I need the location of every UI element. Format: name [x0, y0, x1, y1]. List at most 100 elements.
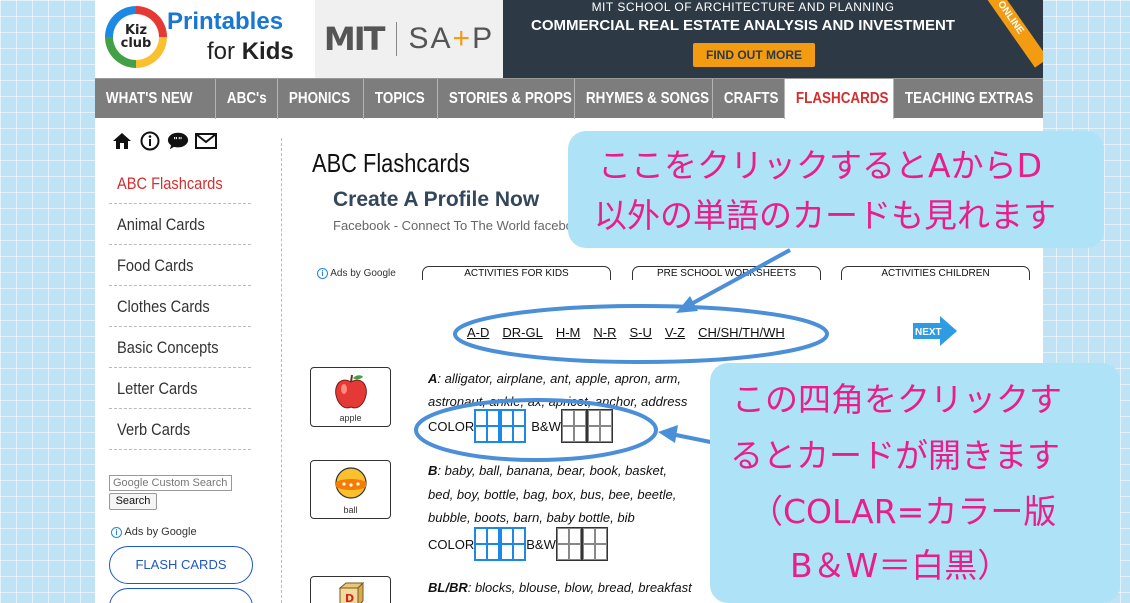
- sidebar-top-icons: " ": [111, 130, 217, 152]
- ads-by-google-label: Ads by Google: [330, 268, 396, 280]
- link-h-m[interactable]: H-M: [556, 325, 581, 340]
- word-list: : blocks, blouse, blow, bread, breakfast: [467, 580, 692, 595]
- nav-label: TEACHING EXTRAS: [904, 90, 1034, 107]
- annotation-text-line: ここをクリックするとAからD: [598, 146, 1042, 185]
- sidebar-item-clothes-cards[interactable]: Clothes Cards: [109, 286, 251, 327]
- bw-label: B&W: [531, 418, 561, 434]
- nav-whats-new[interactable]: WHAT'S NEW: [95, 79, 216, 119]
- color-label: COLOR: [428, 418, 475, 434]
- apple-icon: [335, 374, 367, 409]
- sidebar-item-label: Basic Concepts: [117, 338, 219, 357]
- nav-crafts[interactable]: CRAFTS: [713, 79, 785, 119]
- mit-sap-ad-logo[interactable]: MIT SA+P: [315, 0, 503, 78]
- link-ch-sh-th-wh[interactable]: CH/SH/TH/WH: [698, 325, 785, 340]
- letter-heading: A: [428, 371, 438, 386]
- ad-program-name: COMMERCIAL REAL ESTATE ANALYSIS AND INVE…: [531, 17, 955, 34]
- color-label: COLOR: [428, 536, 475, 552]
- nav-phonics[interactable]: PHONICS: [278, 79, 364, 119]
- annotation-text-line: るとカードが開きます: [730, 436, 1060, 475]
- home-icon[interactable]: [111, 130, 133, 152]
- sidebar-item-letter-cards[interactable]: Letter Cards: [109, 368, 251, 409]
- nav-rhymes-songs[interactable]: RHYMES & SONGS: [575, 79, 713, 119]
- annotation-bubble-letter-links: ここをクリックするとAからD 以外の単語のカードも見れます: [568, 131, 1104, 248]
- ad-school-name: MIT SCHOOL OF ARCHITECTURE AND PLANNING: [591, 0, 895, 14]
- title-for-text: for: [207, 38, 242, 65]
- logo-bottom-text: club: [120, 36, 152, 51]
- nav-label: FLASHCARDS: [795, 90, 889, 107]
- color-card-set-2[interactable]: [500, 409, 527, 443]
- nav-stories-props[interactable]: STORIES & PROPS: [438, 79, 575, 119]
- nav-flashcards[interactable]: FLASHCARDS: [785, 79, 894, 119]
- next-arrow-button[interactable]: NEXT: [912, 315, 958, 352]
- search-button[interactable]: Search: [109, 493, 157, 510]
- color-card-set-1[interactable]: [474, 527, 501, 561]
- site-title-for-kids[interactable]: for Kids: [207, 38, 294, 66]
- sidebar-ad-button-2[interactable]: [109, 588, 253, 603]
- annotation-text-line: この四角をクリックす: [732, 380, 1062, 419]
- nav-label: WHAT'S NEW: [105, 90, 193, 107]
- bw-card-set-2[interactable]: [586, 409, 613, 443]
- sidebar-item-verb-cards[interactable]: Verb Cards: [109, 409, 251, 450]
- card-open-row-a: COLOR B&W: [428, 409, 613, 443]
- nav-label: ABC's: [226, 90, 267, 107]
- sidebar-divider: [281, 138, 282, 603]
- link-v-z[interactable]: V-Z: [665, 325, 685, 340]
- sidebar-item-food-cards[interactable]: Food Cards: [109, 245, 251, 286]
- nav-abcs[interactable]: ABC's: [216, 79, 278, 119]
- svg-text:D: D: [345, 592, 354, 603]
- chat-icon[interactable]: " ": [167, 130, 189, 152]
- page-title: ABC Flashcards: [312, 148, 470, 178]
- nav-label: CRAFTS: [723, 90, 779, 107]
- sidebar-item-abc-flashcards[interactable]: ABC Flashcards: [109, 163, 251, 204]
- kizclub-logo[interactable]: Kiz club: [105, 6, 167, 68]
- word-list: : alligator, airplane, ant, apple, apron…: [437, 371, 681, 386]
- letter-heading: B: [428, 463, 438, 478]
- sidebar-ads-by-google[interactable]: i Ads by Google: [111, 526, 197, 538]
- sidebar-item-label: ABC Flashcards: [117, 174, 223, 193]
- color-card-set-1[interactable]: [474, 409, 501, 443]
- find-out-more-button[interactable]: FIND OUT MORE: [693, 43, 815, 67]
- ad-pill-activities-for-kids[interactable]: ACTIVITIES FOR KIDS: [422, 266, 611, 280]
- svg-text:": ": [178, 135, 182, 145]
- apple-flashcard-thumbnail[interactable]: apple: [310, 367, 391, 427]
- main-nav: WHAT'S NEW ABC's PHONICS TOPICS STORIES …: [95, 78, 1043, 119]
- site-title-printables[interactable]: Printables: [167, 8, 283, 36]
- sap-post: P: [472, 22, 495, 55]
- logo-separator: [395, 22, 397, 56]
- sidebar-item-label: Food Cards: [117, 256, 194, 275]
- link-s-u[interactable]: S-U: [630, 325, 652, 340]
- content-ads-by-google[interactable]: i Ads by Google: [317, 268, 396, 279]
- mit-ad-banner[interactable]: MIT SCHOOL OF ARCHITECTURE AND PLANNING …: [503, 0, 1043, 78]
- sidebar-item-basic-concepts[interactable]: Basic Concepts: [109, 327, 251, 368]
- svg-text:": ": [173, 135, 177, 145]
- flash-cards-ad-button[interactable]: FLASH CARDS: [109, 546, 253, 584]
- sidebar-item-animal-cards[interactable]: Animal Cards: [109, 204, 251, 245]
- bw-card-set-1[interactable]: [555, 527, 582, 561]
- ad-pill-pre-school-worksheets[interactable]: PRE SCHOOL WORKSHEETS: [632, 266, 821, 280]
- word-list: : baby, ball, banana, bear, book, basket…: [437, 463, 667, 478]
- mail-icon[interactable]: [195, 130, 217, 152]
- letter-range-links: A-D DR-GL H-M N-R S-U V-Z CH/SH/TH/WH: [467, 325, 785, 340]
- nav-topics[interactable]: TOPICS: [364, 79, 438, 119]
- sap-pre: SA: [408, 22, 453, 55]
- sidebar: " " ABC Flashcards Animal Cards Food Card…: [95, 118, 280, 603]
- ad-profile-title[interactable]: Create A Profile Now: [333, 188, 539, 212]
- google-search-input[interactable]: Google Custom Search: [109, 475, 232, 491]
- ad-info-icon: i: [111, 526, 122, 538]
- nav-label: STORIES & PROPS: [448, 90, 572, 107]
- link-a-d[interactable]: A-D: [467, 325, 489, 340]
- blocks-flashcard-thumbnail[interactable]: D: [310, 576, 391, 603]
- nav-teaching-extras[interactable]: TEACHING EXTRAS: [894, 79, 1043, 119]
- link-dr-gl[interactable]: DR-GL: [502, 325, 542, 340]
- bw-card-set-2[interactable]: [581, 527, 608, 561]
- color-card-set-2[interactable]: [500, 527, 527, 561]
- card-label: ball: [343, 505, 358, 515]
- ball-flashcard-thumbnail[interactable]: ball: [310, 460, 391, 519]
- nav-label: PHONICS: [288, 90, 351, 107]
- info-icon[interactable]: [139, 130, 161, 152]
- ad-pill-activities-children[interactable]: ACTIVITIES CHILDREN: [841, 266, 1030, 280]
- link-n-r[interactable]: N-R: [593, 325, 616, 340]
- next-label: NEXT: [915, 327, 942, 338]
- bw-card-set-1[interactable]: [560, 409, 587, 443]
- nav-label: RHYMES & SONGS: [585, 90, 710, 107]
